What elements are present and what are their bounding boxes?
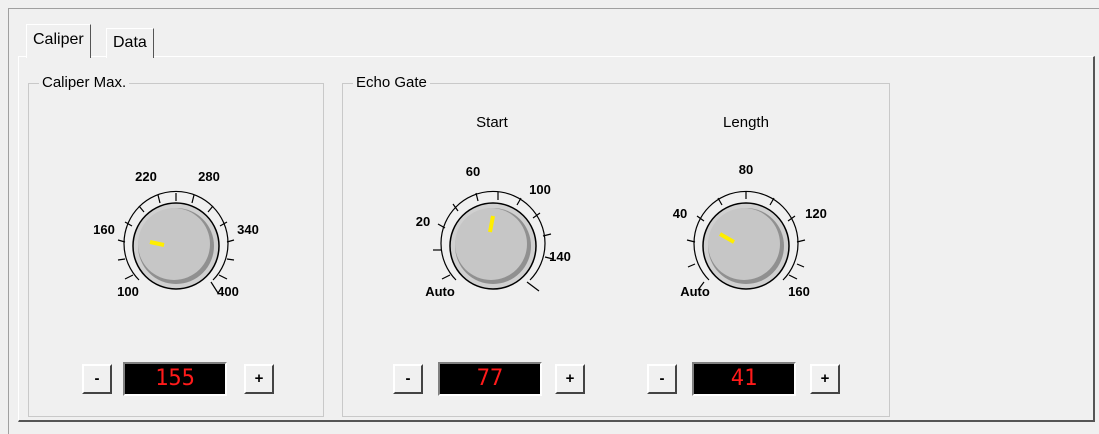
start-plus-button[interactable]: + xyxy=(555,364,585,394)
caliper-max-value-display: 155 xyxy=(123,362,227,396)
tab-caliper[interactable]: Caliper xyxy=(26,24,91,58)
tick-label: Auto xyxy=(425,284,455,299)
start-knob-label: Start xyxy=(476,114,508,131)
tick-label: 220 xyxy=(135,169,157,184)
start-minus-button[interactable]: - xyxy=(393,364,423,394)
tick-label: 80 xyxy=(739,162,753,177)
tab-data[interactable]: Data xyxy=(106,28,154,58)
start-value-display: 77 xyxy=(438,362,542,396)
tick-label: 20 xyxy=(416,214,430,229)
length-plus-button[interactable]: + xyxy=(810,364,840,394)
caliper-max-knob[interactable]: 100 160 220 280 340 400 xyxy=(76,146,276,346)
tick-label: 160 xyxy=(788,284,810,299)
tick-label: 280 xyxy=(198,169,220,184)
length-knob-label: Length xyxy=(723,114,769,131)
tick-label: 100 xyxy=(117,284,139,299)
tick-label: 340 xyxy=(237,222,259,237)
tick-label: 140 xyxy=(549,249,571,264)
tick-label: 40 xyxy=(673,206,687,221)
echo-gate-group-title: Echo Gate xyxy=(353,73,430,93)
tick-label: 100 xyxy=(529,182,551,197)
caliper-max-group-title: Caliper Max. xyxy=(39,73,130,93)
tick-label: Auto xyxy=(680,284,710,299)
caliper-max-plus-button[interactable]: + xyxy=(244,364,274,394)
start-knob[interactable]: Auto 20 60 100 140 xyxy=(393,146,593,346)
tick-label: 400 xyxy=(217,284,239,299)
tick-label: 60 xyxy=(466,164,480,179)
length-value-display: 41 xyxy=(692,362,796,396)
caliper-max-minus-button[interactable]: - xyxy=(82,364,112,394)
tick-label: 120 xyxy=(805,206,827,221)
length-minus-button[interactable]: - xyxy=(647,364,677,394)
tick-label: 160 xyxy=(93,222,115,237)
length-knob[interactable]: Auto 40 80 120 160 xyxy=(646,146,846,346)
